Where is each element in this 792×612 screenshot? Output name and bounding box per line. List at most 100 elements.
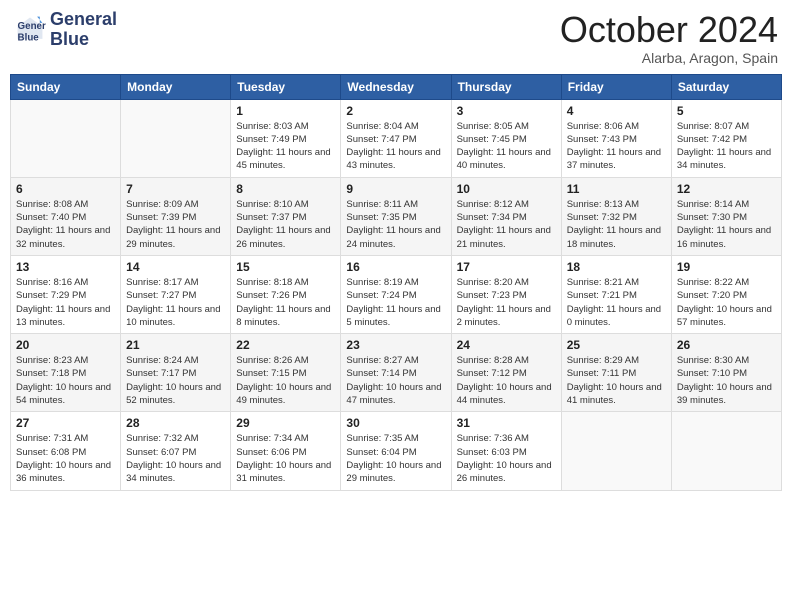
day-content: Sunrise: 8:28 AM Sunset: 7:12 PM Dayligh… <box>457 354 556 407</box>
day-number: 27 <box>16 416 115 430</box>
page-header: General Blue General Blue October 2024 A… <box>10 10 782 66</box>
day-content: Sunrise: 8:18 AM Sunset: 7:26 PM Dayligh… <box>236 276 335 329</box>
calendar-cell: 6Sunrise: 8:08 AM Sunset: 7:40 PM Daylig… <box>11 177 121 255</box>
calendar-cell: 20Sunrise: 8:23 AM Sunset: 7:18 PM Dayli… <box>11 334 121 412</box>
day-number: 7 <box>126 182 225 196</box>
day-number: 20 <box>16 338 115 352</box>
weekday-header-monday: Monday <box>121 74 231 99</box>
calendar-cell <box>121 99 231 177</box>
day-number: 2 <box>346 104 445 118</box>
calendar-cell: 3 Sunrise: 8:05 AM Sunset: 7:45 PM Daylig… <box>451 99 561 177</box>
day-number: 9 <box>346 182 445 196</box>
calendar-cell: 31 Sunrise: 7:36 AM Sunset: 6:03 PM Dayli… <box>451 412 561 490</box>
week-row-4: 20Sunrise: 8:23 AM Sunset: 7:18 PM Dayli… <box>11 334 782 412</box>
calendar-cell: 30 Sunrise: 7:35 AM Sunset: 6:04 PM Dayli… <box>341 412 451 490</box>
weekday-header-sunday: Sunday <box>11 74 121 99</box>
day-content: Sunrise: 8:27 AM Sunset: 7:14 PM Dayligh… <box>346 354 445 407</box>
calendar-cell: 7 Sunrise: 8:09 AM Sunset: 7:39 PM Daylig… <box>121 177 231 255</box>
day-number: 10 <box>457 182 556 196</box>
calendar-cell: 4Sunrise: 8:06 AM Sunset: 7:43 PM Daylig… <box>561 99 671 177</box>
day-content: Sunrise: 7:35 AM Sunset: 6:04 PM Dayligh… <box>346 432 445 485</box>
day-number: 4 <box>567 104 666 118</box>
day-content: Sunrise: 8:04 AM Sunset: 7:47 PM Dayligh… <box>346 120 445 173</box>
calendar-cell: 8 Sunrise: 8:10 AM Sunset: 7:37 PM Daylig… <box>231 177 341 255</box>
day-number: 31 <box>457 416 556 430</box>
day-number: 26 <box>677 338 776 352</box>
calendar-cell: 16 Sunrise: 8:19 AM Sunset: 7:24 PM Dayli… <box>341 255 451 333</box>
calendar-cell: 26Sunrise: 8:30 AM Sunset: 7:10 PM Dayli… <box>671 334 781 412</box>
day-number: 5 <box>677 104 776 118</box>
day-number: 28 <box>126 416 225 430</box>
calendar-table: SundayMondayTuesdayWednesdayThursdayFrid… <box>10 74 782 491</box>
calendar-cell: 18Sunrise: 8:21 AM Sunset: 7:21 PM Dayli… <box>561 255 671 333</box>
day-number: 11 <box>567 182 666 196</box>
day-content: Sunrise: 7:32 AM Sunset: 6:07 PM Dayligh… <box>126 432 225 485</box>
svg-text:Blue: Blue <box>18 32 40 43</box>
day-content: Sunrise: 8:05 AM Sunset: 7:45 PM Dayligh… <box>457 120 556 173</box>
day-content: Sunrise: 7:34 AM Sunset: 6:06 PM Dayligh… <box>236 432 335 485</box>
day-content: Sunrise: 8:20 AM Sunset: 7:23 PM Dayligh… <box>457 276 556 329</box>
day-content: Sunrise: 8:26 AM Sunset: 7:15 PM Dayligh… <box>236 354 335 407</box>
day-number: 12 <box>677 182 776 196</box>
calendar-cell: 2 Sunrise: 8:04 AM Sunset: 7:47 PM Daylig… <box>341 99 451 177</box>
calendar-cell: 13 Sunrise: 8:16 AM Sunset: 7:29 PM Dayli… <box>11 255 121 333</box>
logo: General Blue General Blue <box>14 10 117 50</box>
calendar-cell: 22 Sunrise: 8:26 AM Sunset: 7:15 PM Dayli… <box>231 334 341 412</box>
day-content: Sunrise: 7:31 AM Sunset: 6:08 PM Dayligh… <box>16 432 115 485</box>
week-row-1: 1 Sunrise: 8:03 AM Sunset: 7:49 PM Daylig… <box>11 99 782 177</box>
month-title: October 2024 <box>560 10 778 50</box>
day-content: Sunrise: 8:22 AM Sunset: 7:20 PM Dayligh… <box>677 276 776 329</box>
day-content: Sunrise: 8:24 AM Sunset: 7:17 PM Dayligh… <box>126 354 225 407</box>
logo-icon: General Blue <box>14 14 46 46</box>
calendar-cell: 10 Sunrise: 8:12 AM Sunset: 7:34 PM Dayli… <box>451 177 561 255</box>
weekday-header-saturday: Saturday <box>671 74 781 99</box>
day-number: 21 <box>126 338 225 352</box>
calendar-cell <box>561 412 671 490</box>
day-content: Sunrise: 8:10 AM Sunset: 7:37 PM Dayligh… <box>236 198 335 251</box>
day-number: 22 <box>236 338 335 352</box>
week-row-3: 13 Sunrise: 8:16 AM Sunset: 7:29 PM Dayli… <box>11 255 782 333</box>
day-content: Sunrise: 8:07 AM Sunset: 7:42 PM Dayligh… <box>677 120 776 173</box>
week-row-5: 27 Sunrise: 7:31 AM Sunset: 6:08 PM Dayli… <box>11 412 782 490</box>
day-number: 3 <box>457 104 556 118</box>
day-content: Sunrise: 8:11 AM Sunset: 7:35 PM Dayligh… <box>346 198 445 251</box>
calendar-cell: 25Sunrise: 8:29 AM Sunset: 7:11 PM Dayli… <box>561 334 671 412</box>
day-content: Sunrise: 7:36 AM Sunset: 6:03 PM Dayligh… <box>457 432 556 485</box>
day-content: Sunrise: 8:08 AM Sunset: 7:40 PM Dayligh… <box>16 198 115 251</box>
calendar-cell: 27 Sunrise: 7:31 AM Sunset: 6:08 PM Dayli… <box>11 412 121 490</box>
day-content: Sunrise: 8:29 AM Sunset: 7:11 PM Dayligh… <box>567 354 666 407</box>
calendar-cell: 1 Sunrise: 8:03 AM Sunset: 7:49 PM Daylig… <box>231 99 341 177</box>
day-number: 23 <box>346 338 445 352</box>
day-number: 14 <box>126 260 225 274</box>
day-content: Sunrise: 8:03 AM Sunset: 7:49 PM Dayligh… <box>236 120 335 173</box>
day-content: Sunrise: 8:21 AM Sunset: 7:21 PM Dayligh… <box>567 276 666 329</box>
day-number: 16 <box>346 260 445 274</box>
weekday-header-tuesday: Tuesday <box>231 74 341 99</box>
day-number: 8 <box>236 182 335 196</box>
calendar-cell: 29 Sunrise: 7:34 AM Sunset: 6:06 PM Dayli… <box>231 412 341 490</box>
calendar-cell: 21 Sunrise: 8:24 AM Sunset: 7:17 PM Dayli… <box>121 334 231 412</box>
day-number: 1 <box>236 104 335 118</box>
calendar-cell: 11Sunrise: 8:13 AM Sunset: 7:32 PM Dayli… <box>561 177 671 255</box>
weekday-header-row: SundayMondayTuesdayWednesdayThursdayFrid… <box>11 74 782 99</box>
day-number: 19 <box>677 260 776 274</box>
calendar-cell: 23 Sunrise: 8:27 AM Sunset: 7:14 PM Dayli… <box>341 334 451 412</box>
day-number: 29 <box>236 416 335 430</box>
weekday-header-wednesday: Wednesday <box>341 74 451 99</box>
day-content: Sunrise: 8:12 AM Sunset: 7:34 PM Dayligh… <box>457 198 556 251</box>
calendar-cell <box>11 99 121 177</box>
calendar-cell: 15Sunrise: 8:18 AM Sunset: 7:26 PM Dayli… <box>231 255 341 333</box>
calendar-cell: 9 Sunrise: 8:11 AM Sunset: 7:35 PM Daylig… <box>341 177 451 255</box>
calendar-cell: 17 Sunrise: 8:20 AM Sunset: 7:23 PM Dayli… <box>451 255 561 333</box>
day-number: 13 <box>16 260 115 274</box>
day-number: 17 <box>457 260 556 274</box>
calendar-cell: 14Sunrise: 8:17 AM Sunset: 7:27 PM Dayli… <box>121 255 231 333</box>
calendar-cell: 12Sunrise: 8:14 AM Sunset: 7:30 PM Dayli… <box>671 177 781 255</box>
day-number: 30 <box>346 416 445 430</box>
calendar-cell: 19 Sunrise: 8:22 AM Sunset: 7:20 PM Dayli… <box>671 255 781 333</box>
day-content: Sunrise: 8:09 AM Sunset: 7:39 PM Dayligh… <box>126 198 225 251</box>
calendar-cell <box>671 412 781 490</box>
day-content: Sunrise: 8:19 AM Sunset: 7:24 PM Dayligh… <box>346 276 445 329</box>
title-block: October 2024 Alarba, Aragon, Spain <box>560 10 778 66</box>
day-content: Sunrise: 8:16 AM Sunset: 7:29 PM Dayligh… <box>16 276 115 329</box>
